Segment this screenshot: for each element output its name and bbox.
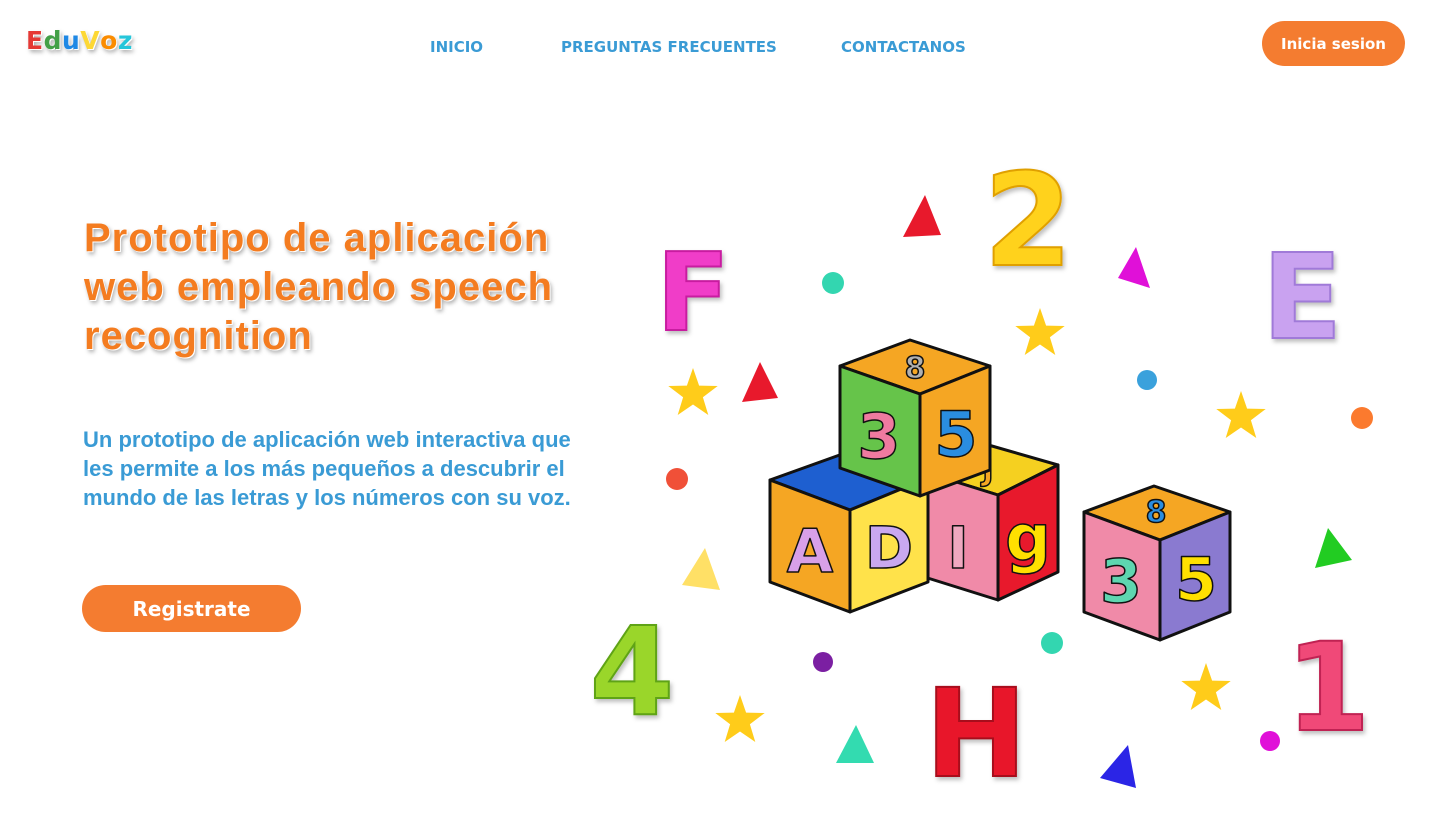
block-face-letter: I <box>947 514 969 582</box>
decor-triangle <box>682 548 720 590</box>
decor-dot <box>1041 632 1063 654</box>
block-face-number: 3 <box>857 400 900 473</box>
floating-letter-e: E <box>1262 228 1343 366</box>
alphabet-block: 8 3 5 <box>838 338 992 498</box>
floating-number-2: 2 <box>983 147 1072 296</box>
alphabet-block: 8 3 5 <box>1082 484 1232 642</box>
decor-star <box>668 368 718 415</box>
decor-triangle <box>836 725 874 763</box>
decor-triangle <box>1118 247 1150 288</box>
nav-link-inicio[interactable]: INICIO <box>430 38 483 56</box>
decor-dot <box>1260 731 1280 751</box>
main-nav: INICIO PREGUNTAS FRECUENTES CONTACTANOS <box>0 38 1440 58</box>
block-face-letter: g <box>1005 502 1051 576</box>
floating-number-1: 1 <box>1286 617 1371 759</box>
decor-triangle <box>742 362 778 402</box>
block-face-number: 5 <box>1175 545 1217 615</box>
decor-star <box>715 695 765 742</box>
hero-description: Un prototipo de aplicación web interacti… <box>83 427 571 510</box>
floating-letter-h: H <box>925 663 1027 800</box>
login-button[interactable]: Inicia sesion <box>1262 21 1405 66</box>
register-button[interactable]: Registrate <box>82 585 301 632</box>
decor-dot <box>1351 407 1373 429</box>
decor-triangle <box>1315 528 1352 568</box>
block-face-number: 5 <box>934 398 977 471</box>
floating-letter-f: F <box>656 231 730 356</box>
decor-dot <box>813 652 833 672</box>
decor-dot <box>1137 370 1157 390</box>
decor-star <box>1015 308 1065 355</box>
block-face-letter: A <box>787 517 834 587</box>
decor-star <box>1181 663 1231 710</box>
block-face-letter: D <box>865 514 913 582</box>
block-face-number: 3 <box>1100 547 1142 617</box>
decor-triangle <box>903 195 941 237</box>
hero-title: Prototipo de aplicación web empleando sp… <box>84 216 554 358</box>
kids-blocks-illustration: F 2 E 4 H 1 J I g A D 8 3 5 <box>589 146 1373 800</box>
floating-number-4: 4 <box>590 601 675 743</box>
decor-dot <box>666 468 688 490</box>
decor-star <box>1216 391 1266 438</box>
block-face-number: 8 <box>1146 495 1167 530</box>
nav-link-preguntas-frecuentes[interactable]: PREGUNTAS FRECUENTES <box>561 38 777 56</box>
decor-dot <box>822 272 844 294</box>
decor-triangle <box>1100 745 1136 788</box>
alphabet-blocks: J I g A D 8 3 5 8 3 5 <box>768 338 1232 642</box>
nav-link-contactanos[interactable]: CONTACTANOS <box>841 38 966 56</box>
block-face-number: 8 <box>905 351 926 386</box>
